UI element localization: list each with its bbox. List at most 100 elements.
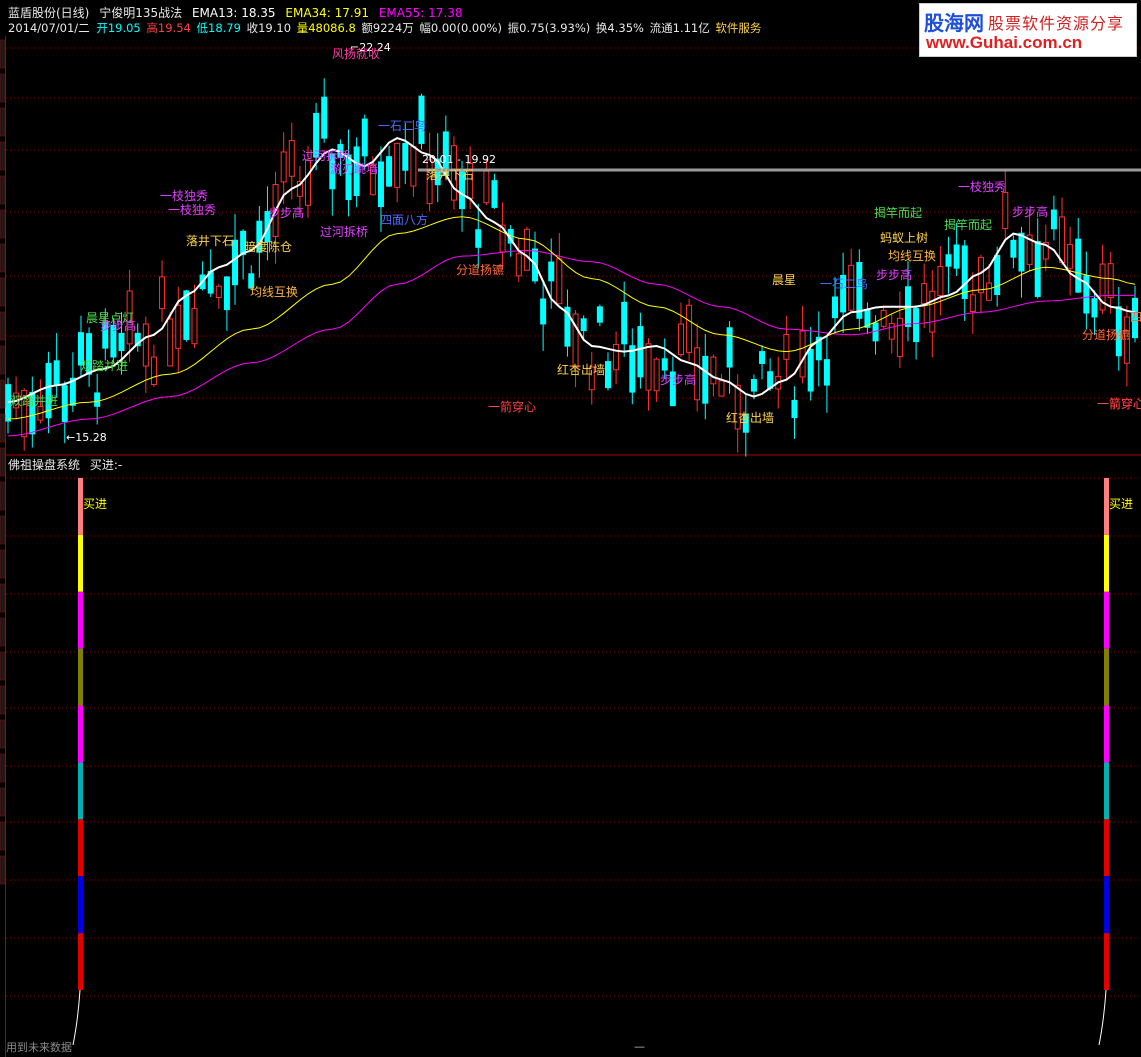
side-tab [0, 719, 6, 749]
low-price-marker: ←15.28 [66, 431, 107, 444]
candle-body [191, 307, 198, 345]
pattern-annotation: 一箭穿心 [1097, 396, 1141, 411]
candle-body [702, 355, 709, 404]
buy-signal-bar-right-segment [1104, 591, 1109, 649]
candle-body [159, 276, 166, 310]
candle-body [613, 343, 620, 371]
candle-body [280, 151, 287, 183]
quote-amount: 额9224万 [361, 21, 414, 35]
side-tab [0, 209, 6, 239]
candle-body [637, 326, 644, 378]
crosshair-price-label: 20.01 - 19.92 [422, 153, 496, 166]
side-tab [0, 685, 6, 715]
candle-body [629, 345, 636, 393]
candle-body [1018, 232, 1025, 272]
indicator-curve-right [1098, 989, 1107, 1046]
pattern-annotation: 双踏并进 [10, 394, 58, 408]
ema34-label: EMA34: 17.91 [285, 6, 370, 20]
pattern-annotation: 四面八方 [380, 212, 428, 227]
side-tab [0, 243, 6, 273]
pattern-annotation: 过河拆桥 [320, 224, 368, 239]
quote-open: 开19.05 [96, 21, 141, 35]
buy-signal-bar-right-segment [1104, 819, 1109, 877]
pattern-annotation: 红杏出墙 [726, 410, 774, 425]
header-line-2: 2014/07/01/二 开19.05 高19.54 低18.79 收19.10… [8, 21, 767, 35]
candle-body [1075, 238, 1082, 293]
candle-body [410, 146, 417, 187]
candle-body [361, 118, 368, 157]
candle-body [807, 348, 814, 392]
indicator-header: 佛祖操盘系统 买进:- [8, 458, 128, 472]
quote-change: 幅0.00(0.00%) [419, 21, 502, 35]
pattern-annotation: 四 [1130, 310, 1141, 324]
candle-body [1091, 298, 1098, 318]
side-tab [0, 447, 6, 477]
pattern-annotation: 揭竿而起 [944, 217, 992, 232]
candle-body [580, 318, 587, 332]
candle-body [969, 294, 976, 312]
candle-body [483, 170, 490, 204]
buy-label-left: 买进 [83, 497, 107, 511]
footer-dash: — [634, 1040, 645, 1053]
side-tab [0, 515, 6, 545]
candle-body [1002, 191, 1009, 230]
pattern-annotation: 分道扬镳 [456, 262, 504, 277]
candle-body [596, 306, 603, 323]
quote-volume: 量48086.8 [296, 21, 356, 35]
candle-body [653, 358, 660, 392]
candle-body [223, 276, 230, 311]
candle-body [1107, 263, 1114, 299]
candle-body [150, 356, 157, 385]
candle-body [929, 290, 936, 333]
candle-body [215, 285, 222, 298]
buy-signal-bar-right-segment [1104, 876, 1109, 934]
pattern-annotation: 步步高 [268, 205, 304, 220]
candle-body [377, 161, 384, 208]
candle-body [402, 143, 409, 171]
candle-body [386, 156, 393, 187]
candle-body [759, 351, 766, 364]
side-tab [0, 549, 6, 579]
chart-canvas[interactable]: 20.01 - 19.92⌐22.24←15.28风扬就收一枝独秀一枝独秀一石二… [0, 0, 1141, 1057]
candle-body [961, 245, 968, 299]
side-tab [0, 787, 6, 817]
candle-body [394, 142, 401, 188]
buy-signal-bar-left-segment [78, 705, 83, 763]
indicator-signal: 买进:- [89, 458, 123, 472]
candle-body [823, 359, 830, 386]
quote-turnover: 换4.35% [595, 21, 644, 35]
buy-signal-bar-left-segment [78, 819, 83, 877]
indicator-name[interactable]: 佛祖操盘系统 [8, 458, 80, 472]
pattern-annotation: 一箭穿心 [488, 399, 536, 414]
pattern-annotation: 步步高 [876, 267, 912, 282]
sector-label[interactable]: 软件服务 [715, 21, 761, 35]
candle-body [515, 253, 522, 277]
candle-body [94, 392, 101, 407]
pattern-annotation: 游刃跳墙 [330, 162, 378, 176]
candle-body [977, 256, 984, 294]
side-tab [0, 651, 6, 681]
side-tab [0, 379, 6, 409]
candle-body [888, 323, 895, 340]
candle-body [994, 254, 1001, 295]
side-tab [0, 821, 6, 851]
candle-body [710, 356, 717, 385]
quote-close: 收19.10 [246, 21, 292, 35]
side-tab [0, 277, 6, 307]
pattern-annotation: 过河拆桥 [302, 148, 350, 163]
pattern-annotation: 双踏并进 [80, 359, 128, 373]
pattern-annotation: 晨星 [772, 273, 796, 287]
candle-body [718, 380, 725, 397]
side-tab [0, 311, 6, 341]
candle-body [167, 318, 174, 367]
buy-signal-bar-left-segment [78, 648, 83, 706]
candle-body [913, 308, 920, 343]
candle-body [288, 140, 295, 177]
side-tab [0, 855, 6, 885]
footer-note: 用到未来数据 [6, 1041, 72, 1054]
pattern-annotation: 步步高 [1012, 204, 1048, 219]
stock-title[interactable]: 蓝盾股份(日线) [8, 6, 89, 20]
candle-body [604, 361, 611, 389]
pattern-annotation: 暗度陈仓 [244, 239, 292, 254]
candle-body [491, 180, 498, 208]
